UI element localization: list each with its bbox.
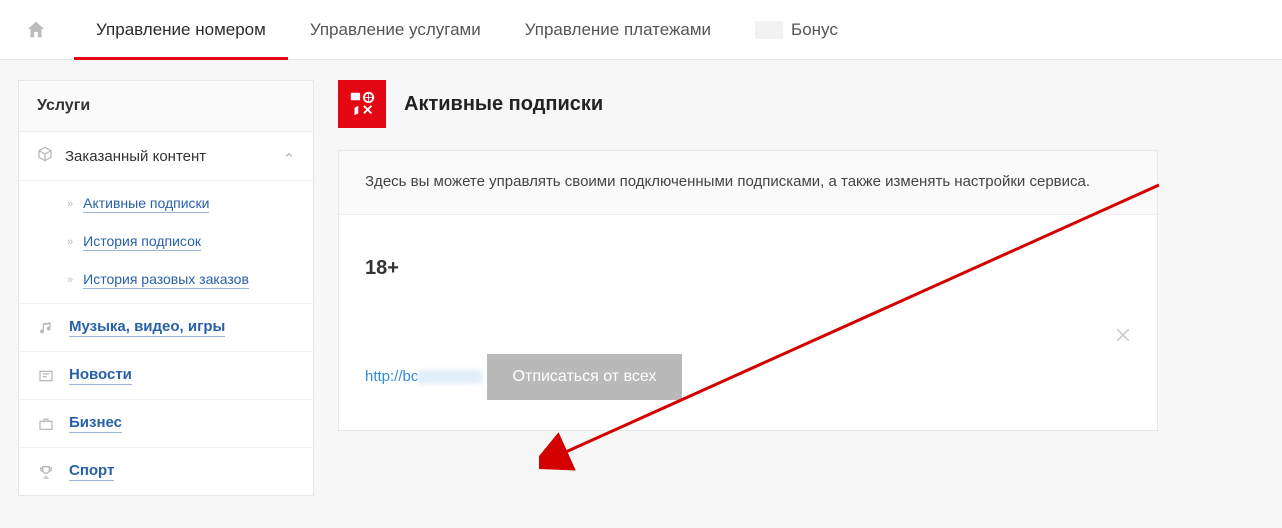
page-title: Активные подписки	[404, 93, 603, 116]
page-header: Активные подписки	[338, 80, 1158, 128]
link-history-subscriptions[interactable]: История подписок	[83, 233, 201, 251]
chevron-up-icon	[283, 148, 295, 165]
unsubscribe-all-button[interactable]: Отписаться от всех	[487, 354, 683, 400]
sidebar-cat-sport[interactable]: Спорт	[19, 447, 313, 495]
sidebar-item-history-single-orders[interactable]: » История разовых заказов	[19, 261, 313, 299]
sidebar-cat-business[interactable]: Бизнес	[19, 399, 313, 447]
sidebar-cat-news[interactable]: Новости	[19, 351, 313, 399]
sidebar-section-label: Заказанный контент	[65, 148, 206, 165]
main-content: Активные подписки Здесь вы можете управл…	[338, 80, 1158, 431]
panel-info-text: Здесь вы можете управлять своими подключ…	[339, 151, 1157, 215]
link-business[interactable]: Бизнес	[69, 414, 122, 433]
sidebar-header: Услуги	[19, 81, 313, 132]
tab-bonus-label: Бонус	[791, 0, 838, 60]
link-history-single-orders[interactable]: История разовых заказов	[83, 271, 249, 289]
sidebar-item-active-subscriptions[interactable]: » Активные подписки	[19, 185, 313, 223]
sidebar-item-history-subscriptions[interactable]: » История подписок	[19, 223, 313, 261]
trophy-icon	[37, 464, 55, 480]
close-icon[interactable]	[1113, 325, 1133, 351]
link-blurred-part	[418, 370, 482, 384]
music-note-icon	[37, 320, 55, 336]
subscription-item-link[interactable]: http://bc	[365, 368, 487, 385]
arrow-right-icon: »	[67, 236, 73, 248]
tab-manage-services[interactable]: Управление услугами	[288, 0, 503, 60]
panel-body: 18+ http://bc Отписаться от всех	[339, 215, 1157, 430]
home-icon[interactable]	[22, 16, 50, 44]
link-news[interactable]: Новости	[69, 366, 132, 385]
cube-icon	[37, 146, 53, 166]
link-active-subscriptions[interactable]: Активные подписки	[83, 195, 209, 213]
tab-manage-number[interactable]: Управление номером	[74, 0, 288, 60]
arrow-right-icon: »	[67, 274, 73, 286]
bonus-logo	[755, 21, 783, 39]
tab-manage-payments[interactable]: Управление платежами	[503, 0, 733, 60]
subscriptions-panel: Здесь вы можете управлять своими подключ…	[338, 150, 1158, 431]
top-nav: Управление номером Управление услугами У…	[0, 0, 1282, 60]
sidebar-section-ordered-content[interactable]: Заказанный контент	[19, 132, 313, 181]
annotation-arrow	[539, 175, 1179, 475]
tab-bonus[interactable]: Бонус	[733, 0, 860, 60]
arrow-right-icon: »	[67, 198, 73, 210]
page-icon	[338, 80, 386, 128]
subscription-item-title: 18+	[365, 257, 1131, 280]
sidebar-sublinks: » Активные подписки » История подписок »…	[19, 181, 313, 303]
link-sport[interactable]: Спорт	[69, 462, 114, 481]
sidebar: Услуги Заказанный контент » Активные под…	[18, 80, 314, 496]
news-icon	[37, 368, 55, 384]
briefcase-icon	[37, 416, 55, 432]
link-prefix: http://bc	[365, 368, 418, 385]
link-media[interactable]: Музыка, видео, игры	[69, 318, 225, 337]
sidebar-cat-media[interactable]: Музыка, видео, игры	[19, 303, 313, 351]
